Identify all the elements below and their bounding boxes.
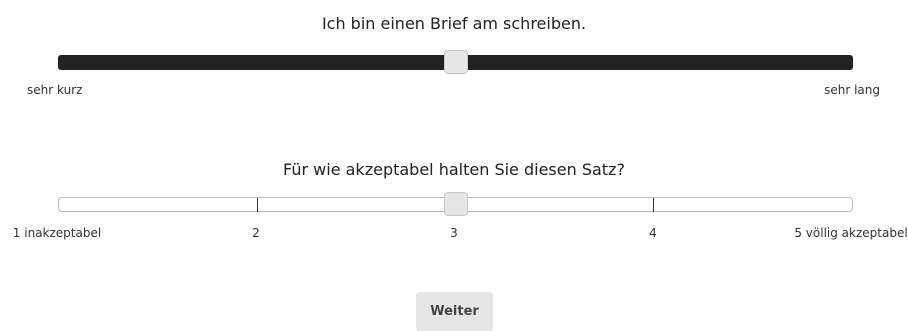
acceptability-slider-handle[interactable] bbox=[443, 192, 468, 216]
slider-max-label: sehr lang bbox=[824, 83, 880, 97]
question-text-2: Für wie akzeptabel halten Sie diesen Sat… bbox=[283, 160, 625, 179]
scale-tick-4 bbox=[653, 198, 654, 212]
scale-label-3: 3 bbox=[450, 226, 458, 240]
scale-label-5: 5 völlig akzeptabel bbox=[794, 226, 908, 240]
scale-label-1: 1 inakzeptabel bbox=[12, 226, 102, 240]
scale-tick-2 bbox=[257, 198, 258, 212]
scale-label-2: 2 bbox=[252, 226, 260, 240]
slider-min-label: sehr kurz bbox=[27, 83, 83, 97]
continue-button[interactable]: Weiter bbox=[416, 292, 493, 331]
question-text-1: Ich bin einen Brief am schreiben. bbox=[321, 14, 587, 33]
length-slider-handle[interactable] bbox=[443, 50, 468, 74]
scale-label-4: 4 bbox=[649, 226, 657, 240]
